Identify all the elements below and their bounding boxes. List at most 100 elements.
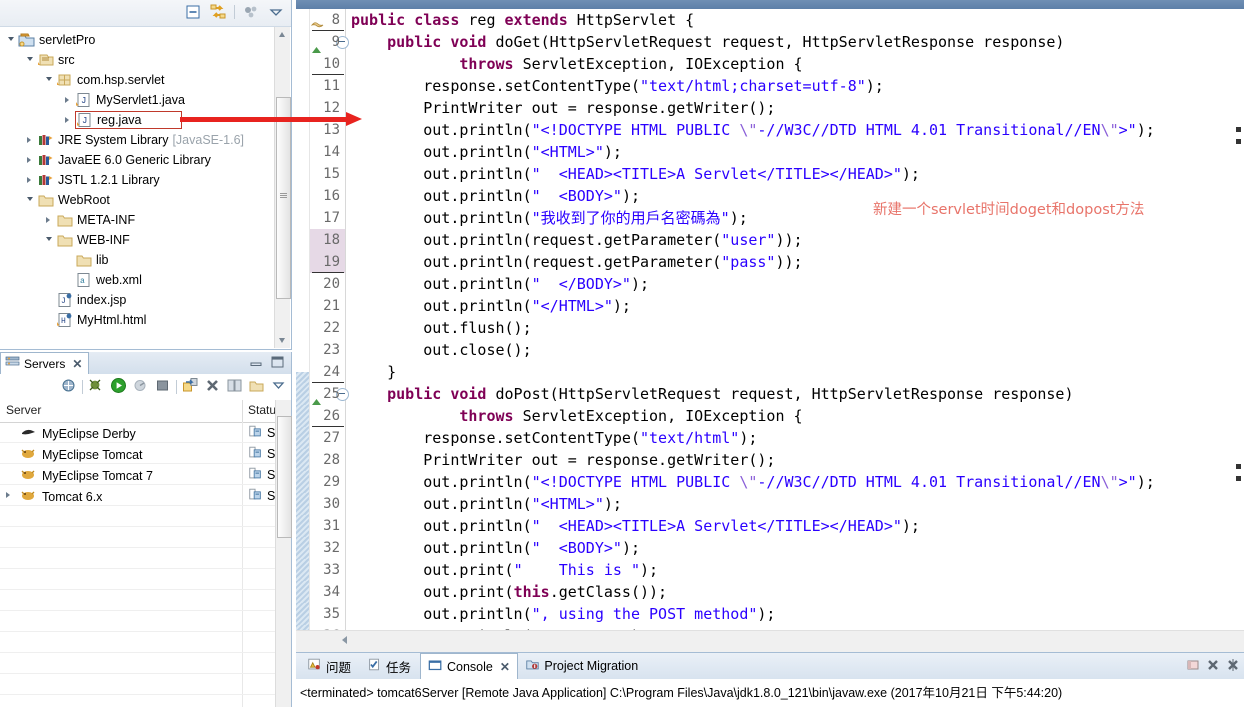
tree-item[interactable]: WebRoot (0, 190, 275, 210)
code-text-area[interactable]: 8 public class reg extends HttpServlet {9… (296, 9, 1244, 630)
close-icon[interactable]: ✕ (72, 357, 82, 371)
minimize-icon[interactable] (249, 355, 264, 372)
code-line[interactable]: 32 out.println(" <BODY>"); (296, 537, 1244, 559)
scroll-left-arrow[interactable] (342, 636, 347, 644)
servers-table-body[interactable]: MyEclipse DerbyStoMyEclipse TomcatStoMyE… (0, 422, 291, 707)
editor-horizontal-scrollbar[interactable] (296, 630, 1244, 652)
chevron-down-icon[interactable] (267, 3, 285, 21)
twisty[interactable] (44, 230, 56, 250)
debug-server-icon[interactable] (60, 377, 77, 397)
code-line[interactable]: 23 out.close(); (296, 339, 1244, 361)
console-tab[interactable]: Console ✕ (420, 653, 518, 679)
code-lines[interactable]: 8 public class reg extends HttpServlet {9… (296, 9, 1244, 630)
terminate-icon[interactable] (1206, 658, 1220, 675)
open-folder-icon[interactable] (248, 377, 265, 397)
code-line[interactable]: 15 out.println(" <HEAD><TITLE>A Servlet<… (296, 163, 1244, 185)
editor-tabstrip[interactable] (296, 0, 1244, 9)
tree-item[interactable]: lib (0, 250, 275, 270)
twisty[interactable] (6, 492, 10, 498)
tree-item[interactable]: Jindex.jsp (0, 290, 275, 310)
twisty[interactable] (63, 250, 75, 270)
server-row[interactable]: MyEclipse TomcatSto (0, 443, 291, 464)
code-line[interactable]: 11 response.setContentType("text/html;ch… (296, 75, 1244, 97)
code-line[interactable]: 26 throws ServletException, IOException … (296, 405, 1244, 427)
close-icon[interactable]: ✕ (500, 660, 510, 674)
code-line[interactable]: 25 public void doPost(HttpServletRequest… (296, 383, 1244, 405)
code-line[interactable]: 30 out.println("<HTML>"); (296, 493, 1244, 515)
tree-item[interactable]: META-INF (0, 210, 275, 230)
code-line[interactable]: 34 out.print(this.getClass()); (296, 581, 1244, 603)
twisty[interactable] (63, 90, 75, 110)
scroll-down-arrow[interactable] (275, 333, 290, 348)
code-line[interactable]: 29 out.println("<!DOCTYPE HTML PUBLIC \"… (296, 471, 1244, 493)
server-row[interactable]: MyEclipse DerbySto (0, 422, 291, 443)
code-line[interactable]: 28 PrintWriter out = response.getWriter(… (296, 449, 1244, 471)
code-line[interactable]: 8 public class reg extends HttpServlet { (296, 9, 1244, 31)
twisty[interactable] (63, 110, 75, 130)
console-tabbar[interactable]: 问题 任务 Console ✕ Project Migration (296, 653, 1244, 679)
tree-item[interactable]: servletPro (0, 30, 275, 50)
code-line[interactable]: 22 out.flush(); (296, 317, 1244, 339)
profile-server-icon[interactable] (132, 377, 149, 397)
code-line[interactable]: 21 out.println("</HTML>"); (296, 295, 1244, 317)
scroll-up-arrow[interactable] (275, 27, 290, 42)
tree-item[interactable]: a web.xml (0, 270, 275, 290)
server-row[interactable]: MyEclipse Tomcat 7Sto (0, 464, 291, 485)
chevron-down-icon[interactable] (270, 377, 287, 397)
editor-overview-ruler[interactable] (1230, 9, 1244, 630)
code-line[interactable]: 20 out.println(" </BODY>"); (296, 273, 1244, 295)
code-line[interactable]: 9 public void doGet(HttpServletRequest r… (296, 31, 1244, 53)
tree-item[interactable]: WEB-INF (0, 230, 275, 250)
tree-item[interactable]: JRE System Library [JavaSE-1.6] (0, 130, 275, 150)
twisty[interactable] (44, 210, 56, 230)
remove-all-icon[interactable] (1226, 658, 1240, 675)
server-row[interactable]: Tomcat 6.xSto (0, 485, 291, 506)
collapse-all-icon[interactable] (184, 3, 202, 21)
twisty[interactable] (25, 190, 37, 210)
remove-server-icon[interactable] (204, 377, 221, 397)
console-tab[interactable]: Project Migration (518, 653, 645, 679)
code-line[interactable]: 19 out.println(request.getParameter("pas… (296, 251, 1244, 273)
tree-item[interactable]: J MyServlet1.java (0, 90, 275, 110)
code-line[interactable]: 12 PrintWriter out = response.getWriter(… (296, 97, 1244, 119)
view-menu-icon[interactable] (242, 3, 260, 21)
minimize-icon[interactable] (1186, 658, 1200, 675)
tree-item[interactable]: src (0, 50, 275, 70)
tree-item[interactable]: JSTL 1.2.1 Library (0, 170, 275, 190)
code-line[interactable]: 31 out.println(" <HEAD><TITLE>A Servlet<… (296, 515, 1244, 537)
code-line[interactable]: 24 } (296, 361, 1244, 383)
code-line[interactable]: 14 out.println("<HTML>"); (296, 141, 1244, 163)
console-tab[interactable]: 任务 (360, 653, 418, 679)
stop-server-icon[interactable] (154, 377, 171, 397)
maximize-icon[interactable] (270, 355, 285, 372)
code-line[interactable]: 27 response.setContentType("text/html"); (296, 427, 1244, 449)
column-header-server[interactable]: Server (6, 403, 41, 417)
servers-scrollbar[interactable] (275, 400, 292, 707)
twisty[interactable] (44, 70, 56, 90)
tree-item[interactable]: com.hsp.servlet (0, 70, 275, 90)
twisty[interactable] (44, 310, 56, 330)
tree-item[interactable]: H MyHtml.html (0, 310, 275, 330)
start-server-icon[interactable] (110, 377, 127, 397)
publish-icon[interactable] (182, 377, 199, 397)
twisty[interactable] (63, 270, 75, 290)
code-line[interactable]: 13 out.println("<!DOCTYPE HTML PUBLIC \"… (296, 119, 1244, 141)
code-line[interactable]: 33 out.print(" This is "); (296, 559, 1244, 581)
explorer-scrollbar[interactable] (274, 27, 291, 348)
scrollbar-thumb[interactable] (277, 416, 292, 538)
twisty[interactable] (25, 50, 37, 70)
project-tree[interactable]: servletPro src com.hsp.servlet J MyServlet1.… (0, 27, 275, 349)
twisty[interactable] (25, 170, 37, 190)
code-line[interactable]: 10 throws ServletException, IOException … (296, 53, 1244, 75)
twisty[interactable] (6, 30, 18, 50)
twisty[interactable] (44, 290, 56, 310)
add-deployment-icon[interactable] (226, 377, 243, 397)
link-with-editor-icon[interactable] (209, 3, 227, 21)
code-line[interactable]: 35 out.println(", using the POST method"… (296, 603, 1244, 625)
code-line[interactable]: 18 out.println(request.getParameter("use… (296, 229, 1244, 251)
tree-item[interactable]: JavaEE 6.0 Generic Library (0, 150, 275, 170)
twisty[interactable] (25, 150, 37, 170)
tab-servers[interactable]: Servers ✕ (0, 352, 90, 374)
console-tab[interactable]: 问题 (300, 653, 358, 679)
twisty[interactable] (25, 130, 37, 150)
